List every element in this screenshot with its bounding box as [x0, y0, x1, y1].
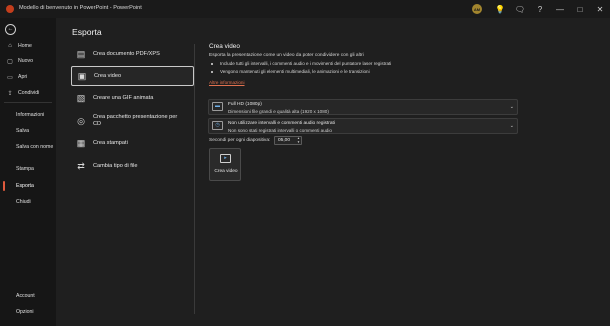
window-title: Modello di benvenuto in PowerPoint - Pow…: [19, 5, 142, 11]
option-label: Crea documento PDF/XPS: [93, 50, 160, 57]
chevron-down-icon: ⌄: [509, 104, 514, 110]
comment-icon[interactable]: 🗨: [510, 0, 530, 18]
home-icon: ⌂: [8, 43, 12, 49]
lightbulb-icon[interactable]: 💡: [490, 0, 510, 18]
sidebar-item-print[interactable]: Stampa: [16, 166, 56, 173]
close-button[interactable]: ✕: [590, 0, 610, 18]
option-package-cd[interactable]: ◎ Crea pacchetto presentazione per CD: [71, 109, 194, 133]
sidebar-item-label: Apri: [18, 74, 28, 80]
seconds-value: 05,00: [278, 138, 291, 143]
sidebar-item-save-as[interactable]: Salva con nome: [16, 144, 56, 151]
quality-selected: Full HD (1080p): [228, 102, 262, 107]
seconds-per-slide-label: Secondi per ogni diapositiva:: [209, 138, 271, 143]
timings-detail: Non sono stati registrati intervalli o c…: [228, 128, 332, 133]
help-button[interactable]: ?: [530, 0, 550, 18]
sidebar-item-share[interactable]: ⇪ Condividi: [0, 86, 56, 100]
avatar[interactable]: AM: [472, 4, 482, 14]
sidebar-item-close[interactable]: Chiudi: [16, 199, 56, 206]
sidebar-item-open[interactable]: ▭ Apri: [0, 70, 56, 84]
bullet-item: Vengono mantenuti gli elementi multimedi…: [209, 69, 370, 74]
title-bar-controls: AM 💡 🗨 ? — □ ✕: [472, 0, 610, 18]
option-create-handouts[interactable]: ▦ Crea stampati: [71, 133, 194, 153]
quality-detail: Dimensioni file grandi e qualità alta (1…: [228, 109, 329, 114]
sidebar-item-label: Home: [18, 43, 32, 49]
option-label: Crea video: [94, 72, 122, 79]
bullet-item: Include tutti gli intervalli, i commenti…: [209, 61, 391, 66]
sidebar-divider: [4, 102, 52, 103]
create-video-button[interactable]: ▸ Crea video: [209, 148, 241, 181]
sidebar-item-account[interactable]: Account: [16, 293, 56, 300]
folder-icon: ▭: [7, 74, 13, 81]
spinner-arrows-icon[interactable]: ▲ ▼: [297, 136, 300, 144]
cd-package-icon: ◎: [77, 116, 85, 126]
backstage-sidebar: ← ⌂ Home ▢ Nuovo ▭ Apri ⇪ Condividi Info…: [0, 18, 56, 326]
pdf-icon: ▤: [76, 49, 86, 59]
sidebar-item-home[interactable]: ⌂ Home: [0, 39, 56, 53]
sidebar-item-new[interactable]: ▢ Nuovo: [0, 54, 56, 68]
create-video-label: Crea video: [214, 169, 238, 174]
recording-icon: ◷: [212, 121, 223, 130]
sidebar-item-export[interactable]: Esporta: [16, 183, 56, 190]
sidebar-item-info[interactable]: Informazioni: [16, 112, 56, 119]
minimize-button[interactable]: —: [550, 0, 570, 18]
sidebar-item-label: Condividi: [18, 90, 40, 96]
option-label: Cambia tipo di file: [93, 162, 138, 169]
option-create-video[interactable]: ▣ Crea video: [71, 66, 194, 86]
option-change-file-type[interactable]: ⇄ Cambia tipo di file: [71, 156, 194, 176]
timings-dropdown[interactable]: ◷ Non utilizzare intervalli e commenti a…: [208, 118, 518, 134]
option-label: Creare una GIF animata: [93, 94, 154, 101]
maximize-button[interactable]: □: [570, 0, 590, 18]
timings-selected: Non utilizzare intervalli e commenti aud…: [228, 121, 335, 126]
bullet-text: Include tutti gli intervalli, i commenti…: [220, 61, 392, 66]
title-bar: Modello di benvenuto in PowerPoint - Pow…: [0, 0, 610, 18]
bullet-dot-icon: [211, 62, 213, 65]
share-icon: ⇪: [7, 90, 13, 97]
seconds-per-slide-input[interactable]: 05,00 ▲ ▼: [274, 136, 302, 145]
change-file-type-icon: ⇄: [77, 161, 85, 171]
chevron-down-icon: ⌄: [509, 123, 514, 129]
monitor-icon: ▬: [212, 102, 223, 111]
new-file-icon: ▢: [7, 58, 13, 65]
powerpoint-logo-icon: [6, 5, 14, 13]
video-export-icon: ▸: [220, 154, 231, 163]
video-icon: ▣: [77, 71, 87, 81]
back-arrow-icon[interactable]: ←: [5, 24, 16, 35]
section-description: Esporta la presentazione come un video d…: [209, 53, 364, 58]
option-label: Crea pacchetto presentazione per CD: [93, 114, 178, 127]
option-create-pdf[interactable]: ▤ Crea documento PDF/XPS: [71, 44, 194, 64]
sidebar-item-options[interactable]: Opzioni: [16, 309, 56, 316]
page-title: Esporta: [72, 27, 102, 37]
sidebar-item-label: Nuovo: [18, 58, 33, 64]
handouts-icon: ▦: [76, 138, 86, 148]
export-panel: Esporta ▤ Crea documento PDF/XPS ▣ Crea …: [56, 18, 610, 326]
bullet-dot-icon: [211, 70, 213, 73]
bullet-text: Vengono mantenuti gli elementi multimedi…: [220, 69, 370, 74]
option-create-gif[interactable]: ▧ Creare una GIF animata: [71, 88, 194, 108]
section-title: Crea video: [209, 43, 240, 50]
sidebar-item-save[interactable]: Salva: [16, 128, 56, 135]
panel-divider: [194, 44, 195, 314]
more-info-link[interactable]: Altre informazioni: [209, 80, 245, 85]
active-indicator: [3, 181, 5, 191]
option-label: Crea stampati: [93, 139, 128, 146]
quality-dropdown[interactable]: ▬ Full HD (1080p) Dimensioni file grandi…: [208, 99, 518, 115]
gif-icon: ▧: [76, 93, 86, 103]
